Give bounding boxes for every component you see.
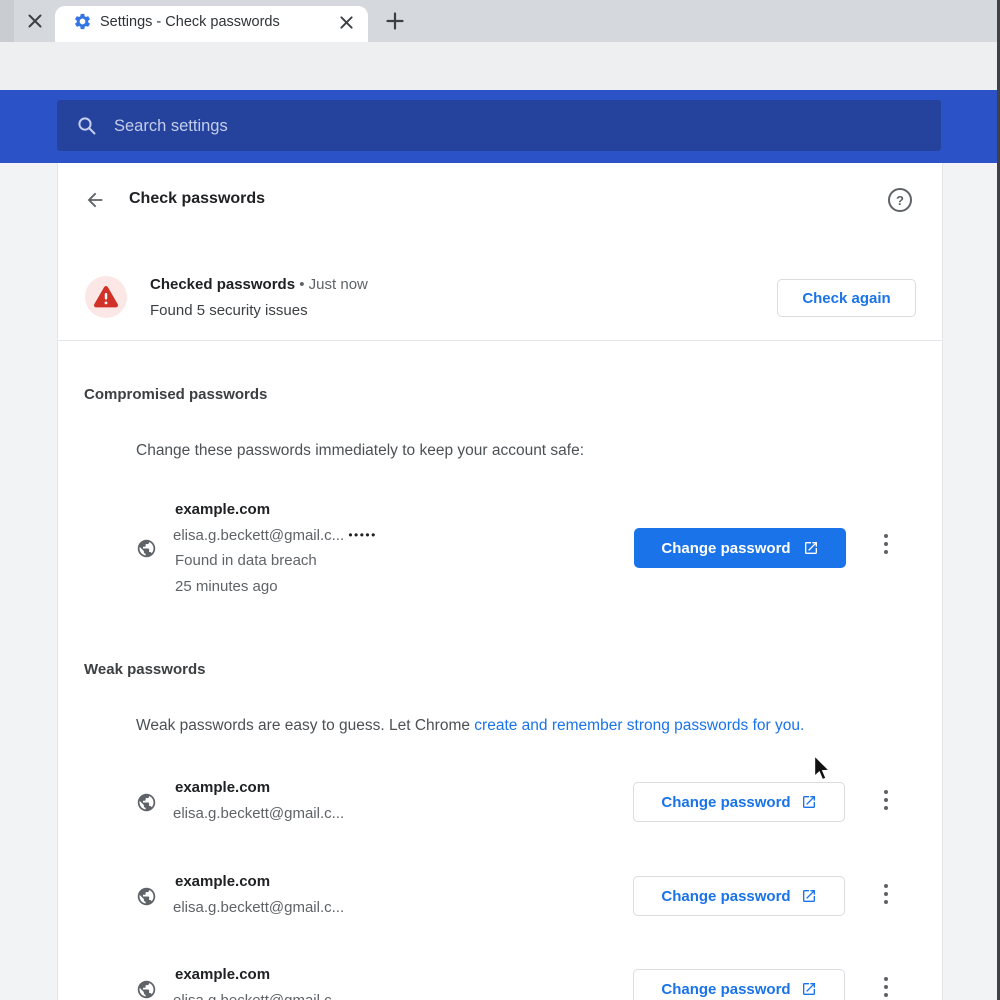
search-icon: [77, 116, 97, 136]
tab-strip: Settings - Check passwords: [0, 0, 1000, 42]
change-password-button[interactable]: Change password: [633, 876, 845, 916]
password-mask: •••••: [348, 528, 377, 542]
settings-toolbar: [0, 90, 1000, 163]
weak-entry: example.com elisa.g.beckett@gmail.c... C…: [0, 864, 1000, 928]
globe-icon: [136, 792, 157, 813]
more-options-icon[interactable]: [880, 786, 892, 814]
entry-site: example.com: [175, 501, 270, 518]
compromised-heading: Compromised passwords: [84, 386, 267, 403]
entry-time: 25 minutes ago: [175, 578, 278, 595]
weak-entry: example.com elisa.g.beckett@gmail.c... C…: [0, 770, 1000, 834]
status-line: Checked passwords • Just now: [150, 276, 368, 293]
window-edge: [0, 0, 14, 42]
entry-username: elisa.g.beckett@gmail.c... •••••: [173, 527, 377, 544]
change-password-button[interactable]: Change password: [633, 969, 845, 1000]
entry-username: elisa.g.beckett@gmail.c...: [173, 805, 344, 822]
entry-username: elisa.g.beckett@gmail.c...: [173, 992, 344, 1000]
globe-icon: [136, 886, 157, 907]
divider: [58, 340, 942, 341]
mouse-cursor: [811, 755, 833, 781]
globe-icon: [136, 538, 157, 559]
settings-gear-icon: [73, 12, 92, 31]
external-link-icon: [801, 888, 817, 904]
entry-site: example.com: [175, 873, 270, 890]
check-again-button[interactable]: Check again: [777, 279, 916, 317]
change-password-button[interactable]: Change password: [634, 528, 846, 568]
search-box[interactable]: [57, 100, 941, 151]
warning-icon: [85, 276, 127, 318]
globe-icon: [136, 979, 157, 1000]
address-bar[interactable]: me://settings/passwords/check?start=true: [0, 42, 1000, 91]
search-input[interactable]: [112, 110, 916, 142]
close-icon[interactable]: [27, 13, 43, 29]
tab-close-icon[interactable]: [339, 15, 354, 30]
compromised-entry: example.com elisa.g.beckett@gmail.c... •…: [0, 495, 1000, 605]
strong-passwords-link[interactable]: create and remember strong passwords for…: [474, 717, 804, 734]
entry-site: example.com: [175, 966, 270, 983]
page-title: Check passwords: [129, 190, 265, 208]
more-options-icon[interactable]: [880, 973, 892, 1000]
tab-title: Settings - Check passwords: [100, 14, 280, 30]
browser-window: Settings - Check passwords me://settings…: [0, 0, 1000, 1000]
change-password-button[interactable]: Change password: [633, 782, 845, 822]
weak-heading: Weak passwords: [84, 661, 205, 678]
new-tab-icon[interactable]: [386, 12, 404, 30]
help-icon[interactable]: ?: [888, 188, 912, 212]
external-link-icon: [801, 794, 817, 810]
status-subtitle: Found 5 security issues: [150, 302, 308, 319]
compromised-description: Change these passwords immediately to ke…: [136, 442, 584, 460]
weak-description: Weak passwords are easy to guess. Let Ch…: [136, 717, 804, 735]
back-arrow-icon[interactable]: [84, 189, 106, 211]
tab-settings[interactable]: Settings - Check passwords: [55, 6, 368, 42]
more-options-icon[interactable]: [880, 880, 892, 908]
more-options-icon[interactable]: [880, 530, 892, 558]
external-link-icon: [803, 540, 819, 556]
entry-username: elisa.g.beckett@gmail.c...: [173, 899, 344, 916]
weak-entry: example.com elisa.g.beckett@gmail.c... C…: [0, 957, 1000, 1000]
entry-reason: Found in data breach: [175, 552, 317, 569]
external-link-icon: [801, 981, 817, 997]
entry-site: example.com: [175, 779, 270, 796]
